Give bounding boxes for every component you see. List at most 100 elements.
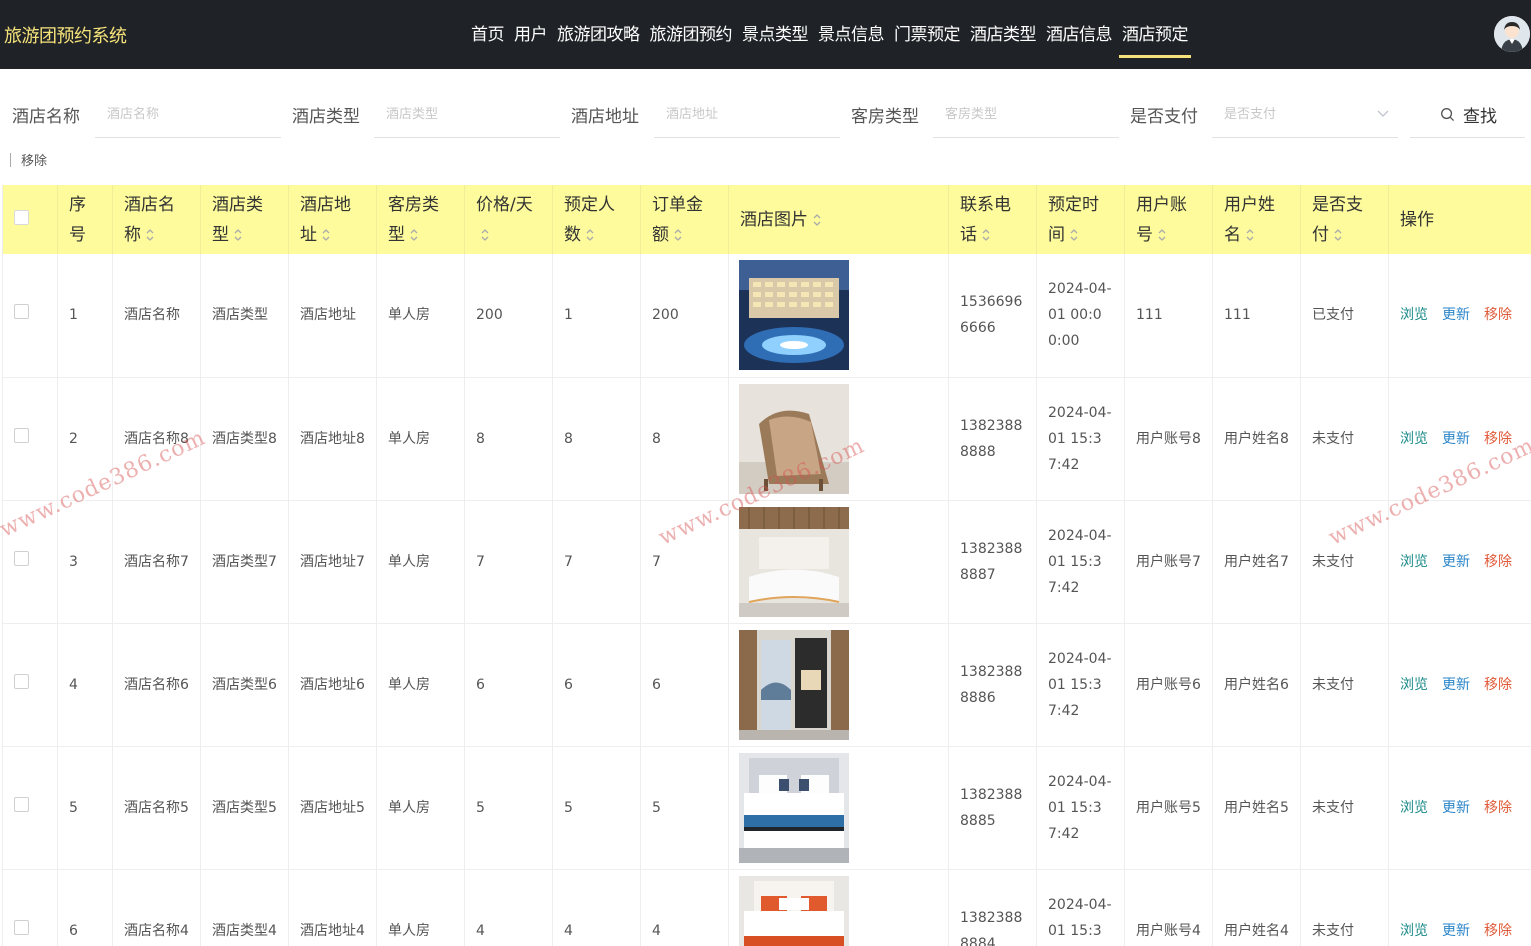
sort-icon[interactable] <box>673 227 683 243</box>
cell-amount: 4 <box>640 869 729 946</box>
nav-item-tour-booking[interactable]: 旅游团预约 <box>645 0 738 69</box>
row-checkbox[interactable] <box>14 550 29 566</box>
row-checkbox[interactable] <box>14 919 29 935</box>
row-checkbox[interactable] <box>14 304 29 320</box>
cell-image <box>728 254 949 378</box>
row-checkbox[interactable] <box>14 673 29 689</box>
sort-icon[interactable] <box>1245 227 1255 243</box>
row-actions: 浏览 更新 移除 <box>1400 549 1522 575</box>
sort-icon[interactable] <box>1069 227 1079 243</box>
nav-item-users[interactable]: 用户 <box>509 0 552 69</box>
cell-hotel-name: 酒店名称 <box>112 254 201 378</box>
header-amount[interactable]: 订单金额 <box>640 185 729 254</box>
cell-index: 3 <box>57 500 113 624</box>
nav-item-scenic-info[interactable]: 景点信息 <box>813 0 889 69</box>
cell-index: 4 <box>57 623 113 747</box>
cell-phone-value: 13823888887 <box>960 540 1023 583</box>
room-type-filter-input[interactable]: 客房类型 <box>933 92 1119 138</box>
remove-button[interactable]: 移除 <box>1484 918 1512 944</box>
header-hotel-address[interactable]: 酒店地址 <box>288 185 377 254</box>
header-username[interactable]: 用户姓名 <box>1212 185 1301 254</box>
update-button[interactable]: 更新 <box>1442 918 1470 944</box>
hotel-name-filter-input[interactable]: 酒店名称 <box>95 92 281 138</box>
row-checkbox[interactable] <box>14 796 29 812</box>
cell-hotel-address: 酒店地址7 <box>288 500 377 624</box>
remove-button[interactable]: 移除 <box>1484 549 1512 575</box>
nav-item-home[interactable]: 首页 <box>466 0 509 69</box>
cell-index: 6 <box>57 869 113 946</box>
sort-icon[interactable] <box>480 227 490 243</box>
header-account[interactable]: 用户账号 <box>1124 185 1213 254</box>
select-all-checkbox[interactable] <box>14 209 29 225</box>
row-actions: 浏览 更新 移除 <box>1400 672 1522 698</box>
cell-username-value: 用户姓名6 <box>1224 676 1289 693</box>
cell-room-type-value: 单人房 <box>388 799 430 816</box>
cell-people: 6 <box>552 623 641 747</box>
sort-icon[interactable] <box>1333 227 1343 243</box>
sort-icon[interactable] <box>812 212 822 228</box>
header-room-type[interactable]: 客房类型 <box>376 185 465 254</box>
cell-room-type: 单人房 <box>376 623 465 747</box>
hotel-address-filter-input[interactable]: 酒店地址 <box>654 92 840 138</box>
nav-item-scenic-types[interactable]: 景点类型 <box>737 0 813 69</box>
cell-paid: 未支付 <box>1300 746 1389 870</box>
header-time[interactable]: 预定时间 <box>1036 185 1125 254</box>
header-hotel-name[interactable]: 酒店名称 <box>112 185 201 254</box>
hotel-image <box>739 506 849 617</box>
sort-icon[interactable] <box>321 227 331 243</box>
row-actions: 浏览 更新 移除 <box>1400 302 1522 328</box>
bulk-remove-button[interactable]: 移除 <box>21 150 47 169</box>
cell-hotel-name-value: 酒店名称 <box>124 307 180 324</box>
sort-icon[interactable] <box>1157 227 1167 243</box>
cell-people: 5 <box>552 746 641 870</box>
cell-username: 用户姓名5 <box>1212 746 1301 870</box>
view-button[interactable]: 浏览 <box>1400 426 1428 452</box>
sort-icon[interactable] <box>585 227 595 243</box>
remove-button[interactable]: 移除 <box>1484 795 1512 821</box>
sort-icon[interactable] <box>981 227 991 243</box>
cell-phone: 13823888884 <box>948 869 1037 946</box>
header-price[interactable]: 价格/天 <box>464 185 553 254</box>
nav-item-hotel-types[interactable]: 酒店类型 <box>965 0 1041 69</box>
remove-button[interactable]: 移除 <box>1484 672 1512 698</box>
update-button[interactable]: 更新 <box>1442 426 1470 452</box>
cell-index-value: 6 <box>69 922 78 939</box>
cell-account: 用户账号6 <box>1124 623 1213 747</box>
header-people[interactable]: 预定人数 <box>552 185 641 254</box>
view-button[interactable]: 浏览 <box>1400 918 1428 944</box>
header-hotel-type[interactable]: 酒店类型 <box>200 185 289 254</box>
hotel-type-filter-input[interactable]: 酒店类型 <box>374 92 560 138</box>
update-button[interactable]: 更新 <box>1442 302 1470 328</box>
header-image[interactable]: 酒店图片 <box>728 185 949 254</box>
header-phone[interactable]: 联系电话 <box>948 185 1037 254</box>
view-button[interactable]: 浏览 <box>1400 302 1428 328</box>
cell-people: 4 <box>552 869 641 946</box>
cell-hotel-name: 酒店名称8 <box>112 377 201 501</box>
nav-item-hotel-info[interactable]: 酒店信息 <box>1041 0 1117 69</box>
remove-button[interactable]: 移除 <box>1484 426 1512 452</box>
row-checkbox[interactable] <box>14 427 29 443</box>
update-button[interactable]: 更新 <box>1442 795 1470 821</box>
remove-button[interactable]: 移除 <box>1484 302 1512 328</box>
cell-price-value: 5 <box>476 799 485 816</box>
cell-price-value: 200 <box>476 307 503 324</box>
header-paid[interactable]: 是否支付 <box>1300 185 1389 254</box>
paid-filter-select[interactable]: 是否支付 <box>1212 92 1398 138</box>
update-button[interactable]: 更新 <box>1442 549 1470 575</box>
search-button[interactable]: 查找 <box>1410 92 1525 138</box>
view-button[interactable]: 浏览 <box>1400 549 1428 575</box>
sort-icon[interactable] <box>233 227 243 243</box>
view-button[interactable]: 浏览 <box>1400 672 1428 698</box>
sort-icon[interactable] <box>145 227 155 243</box>
update-button[interactable]: 更新 <box>1442 672 1470 698</box>
user-avatar[interactable] <box>1494 16 1530 52</box>
view-button[interactable]: 浏览 <box>1400 795 1428 821</box>
nav-item-ticket-booking[interactable]: 门票预定 <box>889 0 965 69</box>
cell-hotel-name: 酒店名称4 <box>112 869 201 946</box>
cell-username-value: 用户姓名7 <box>1224 553 1289 570</box>
table-row: 6 酒店名称4 酒店类型4 酒店地址4 单人房 4 4 4 13823888884 2024-04… <box>2 869 1531 946</box>
nav-item-tour-guides[interactable]: 旅游团攻略 <box>552 0 645 69</box>
nav-item-hotel-booking[interactable]: 酒店预定 <box>1117 0 1193 69</box>
cell-select <box>2 623 58 747</box>
sort-icon[interactable] <box>409 227 419 243</box>
